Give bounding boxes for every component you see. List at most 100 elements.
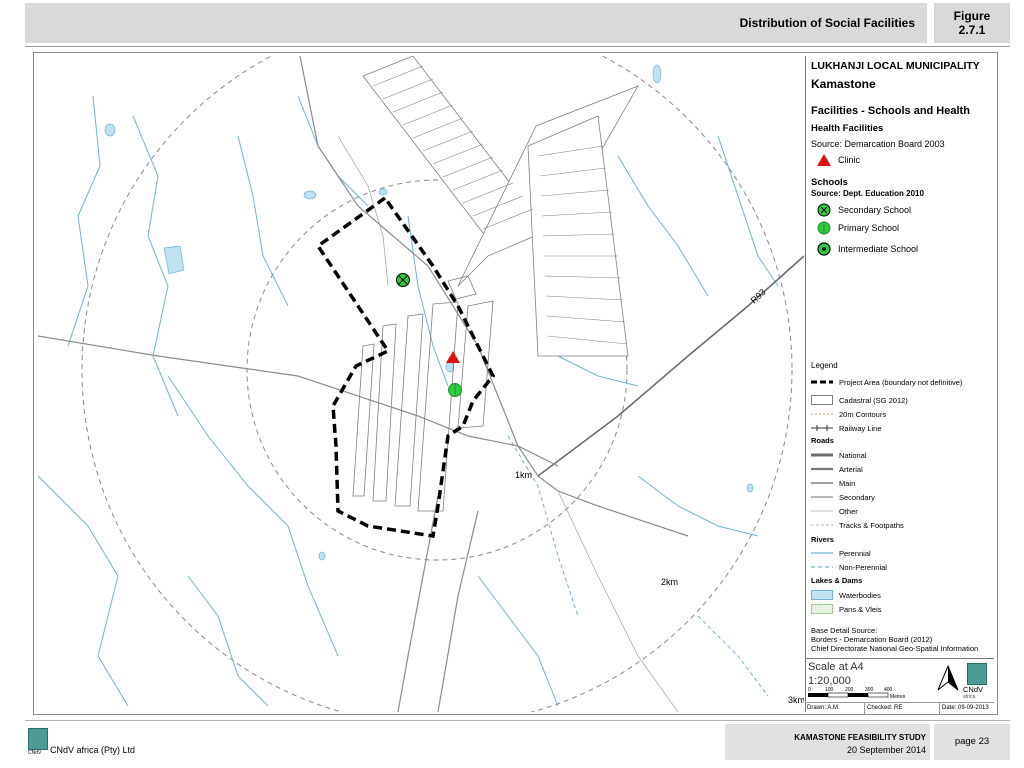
- place-title: Kamastone: [811, 77, 876, 91]
- plot-strip: [372, 323, 397, 502]
- scale-tick-400: 400: [884, 687, 893, 693]
- legend-project-area: Project Area (boundary not definitive): [811, 376, 962, 388]
- facilities-heading: Facilities - Schools and Health: [811, 105, 970, 117]
- legend-clinic: Clinic: [816, 153, 860, 167]
- project-area-boundary: [315, 195, 496, 538]
- river-line: [477, 575, 559, 707]
- distance-label-1km: 1km: [515, 470, 532, 480]
- footer-study-box: KAMASTONE FEASIBILITY STUDY 20 September…: [725, 724, 930, 760]
- river-line: [297, 95, 369, 207]
- drawing-info: Drawn: A.M. Checked: RE Date: 09-09-2013: [805, 702, 994, 714]
- waterbody: [746, 483, 754, 493]
- clinic-icon: [817, 154, 831, 166]
- river-line: [637, 475, 759, 537]
- road-other: [557, 490, 679, 712]
- checked-by: Checked: RE: [865, 703, 940, 714]
- legend-title: Legend: [811, 361, 838, 370]
- waterbody: [104, 123, 116, 137]
- rivers: [38, 95, 779, 707]
- header-divider: [25, 46, 1010, 47]
- footer-logo-icon: [28, 728, 48, 750]
- legend-arterial-label: Arterial: [839, 464, 863, 474]
- road-main: [299, 56, 689, 537]
- legend-railway: Railway Line: [811, 422, 882, 434]
- river-line: [507, 435, 579, 617]
- legend-primary-school: Primary School: [816, 221, 899, 235]
- legend-tracks: Tracks & Footpaths: [811, 519, 904, 531]
- legend-secondary-road: Secondary: [811, 491, 875, 503]
- legend-contours: 20m Contours: [811, 408, 886, 420]
- waterbody: [652, 64, 662, 84]
- scale-tick-0: 0: [808, 687, 811, 693]
- legend-perennial: Perennial: [811, 547, 871, 559]
- legend-arterial: Arterial: [811, 463, 863, 475]
- scale-tick-300: 300: [865, 687, 874, 693]
- scale-tick-200: 200: [845, 687, 854, 693]
- north-arrow-icon: [937, 664, 959, 691]
- base-source-line2: Chief Directorate National Geo-Spatial I…: [811, 644, 979, 653]
- legend-intermediate-label: Intermediate School: [838, 244, 919, 254]
- legend-national-label: National: [839, 450, 867, 460]
- health-source: Source: Demarcation Board 2003: [811, 139, 945, 149]
- waterbody: [318, 551, 326, 561]
- legend-non-perennial-label: Non-Perennial: [839, 562, 887, 572]
- legend-secondary-label: Secondary School: [838, 205, 912, 215]
- legend-pans: Pans & Vleis: [811, 603, 882, 615]
- primary-school-marker: [448, 383, 462, 397]
- legend-other-road: Other: [811, 505, 858, 517]
- river-line: [557, 355, 639, 387]
- waterbody: [378, 188, 388, 196]
- clinic-marker: [446, 351, 460, 363]
- legend-cadastral: Cadastral (SG 2012): [811, 394, 908, 406]
- waterbody: [163, 245, 185, 275]
- header-bar: Distribution of Social Facilities: [25, 3, 927, 43]
- footer-study-title: KAMASTONE FEASIBILITY STUDY: [794, 733, 926, 742]
- legend-primary-label: Primary School: [838, 223, 900, 233]
- drawn-by: Drawn: A.M.: [805, 703, 865, 714]
- base-source-line1: Borders - Demarcation Board (2012): [811, 635, 933, 644]
- legend-pans-label: Pans & Vleis: [839, 604, 882, 614]
- scale-box: Scale at A4 1:20,000 0 100 200 300 400 M…: [805, 658, 994, 714]
- legend-railway-label: Railway Line: [839, 423, 882, 433]
- lakes-title: Lakes & Dams: [811, 576, 863, 585]
- footer-page-number: page 23: [934, 724, 1010, 760]
- secondary-school-marker: [396, 273, 410, 287]
- river-line: [167, 375, 339, 657]
- rivers-title: Rivers: [811, 535, 834, 544]
- legend-waterbodies-label: Waterbodies: [839, 590, 881, 600]
- legend-intermediate-school: Intermediate School: [816, 242, 918, 256]
- river-line: [67, 95, 101, 347]
- legend-clinic-label: Clinic: [838, 155, 861, 165]
- cadastral-icon: [811, 395, 833, 405]
- schools-title: Schools: [811, 177, 848, 188]
- schools-source: Source: Dept. Education 2010: [811, 189, 924, 198]
- legend-secondary-road-label: Secondary: [839, 492, 875, 502]
- cadastral-parcels: [362, 56, 639, 357]
- village-plots: [352, 275, 494, 512]
- figure-number: 2.7.1: [958, 23, 986, 37]
- scale-logo-text: CNdV: [963, 685, 984, 694]
- footer-date: 20 September 2014: [846, 745, 926, 755]
- scale-tick-100: 100: [825, 687, 834, 693]
- figure-label: Figure: [953, 9, 991, 23]
- river-line: [697, 615, 769, 697]
- health-title: Health Facilities: [811, 123, 884, 134]
- legend-panel: LUKHANJI LOCAL MUNICIPALITY Kamastone Fa…: [805, 56, 995, 712]
- legend-project-area-label: Project Area (boundary not definitive): [839, 377, 963, 387]
- map-canvas: 1km 2km 3km R93: [38, 56, 804, 712]
- figure-number-box: Figure 2.7.1: [934, 3, 1010, 43]
- footer-divider: [25, 720, 1010, 721]
- road-secondary: [38, 335, 559, 467]
- legend-national: National: [811, 449, 867, 461]
- plot-strip: [417, 301, 459, 512]
- river-line: [38, 475, 129, 707]
- waterbody: [303, 190, 317, 200]
- river-line: [187, 575, 269, 707]
- page-title: Distribution of Social Facilities: [739, 16, 915, 30]
- legend-tracks-label: Tracks & Footpaths: [839, 520, 904, 530]
- footer-logo-text: CNdV: [28, 750, 42, 756]
- pans-icon: [811, 604, 833, 614]
- roads: [38, 56, 804, 712]
- base-source-title: Base Detail Source:: [811, 626, 878, 635]
- cndv-logo-icon: [967, 663, 987, 685]
